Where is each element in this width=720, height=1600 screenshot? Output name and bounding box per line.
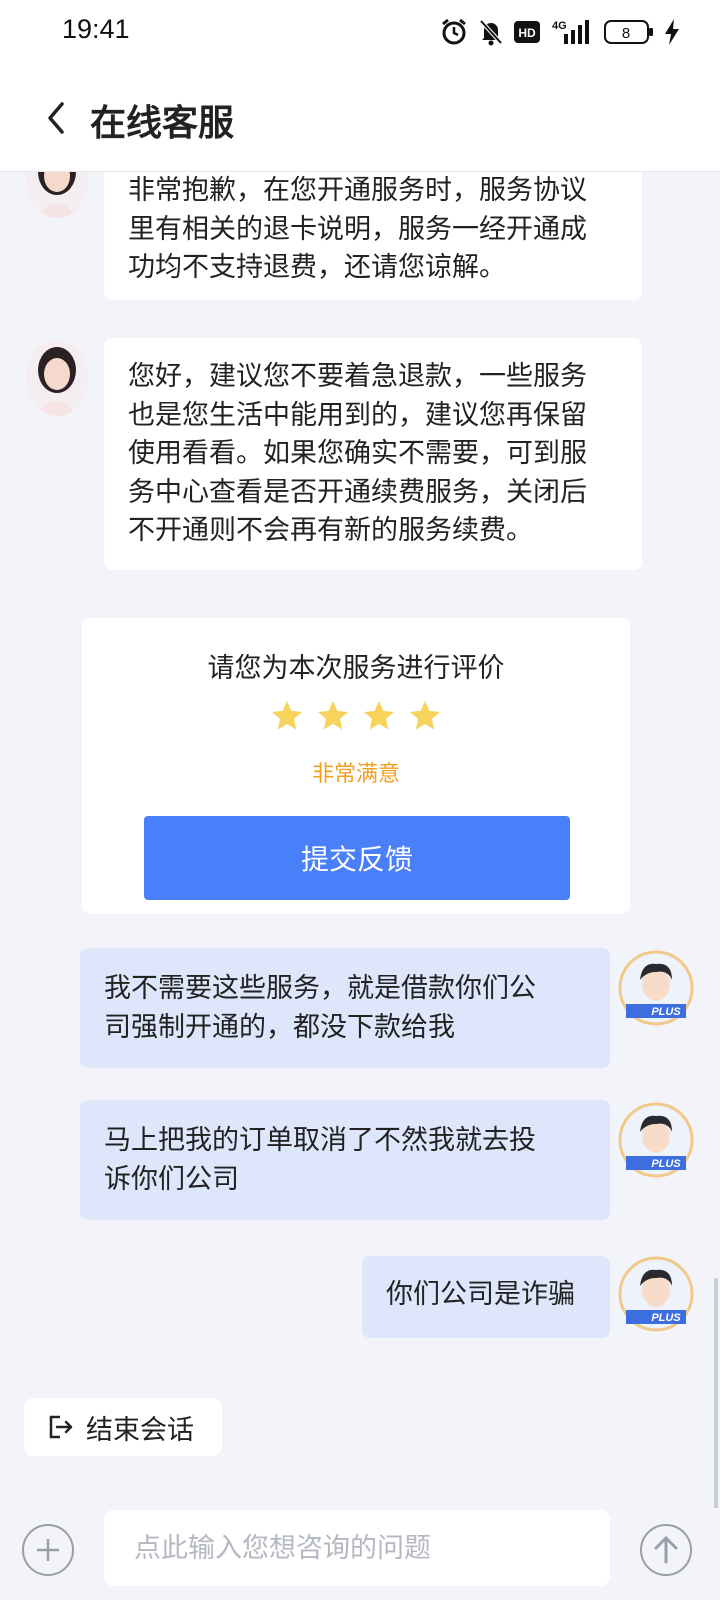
agent-message: 您好，建议您不要着急退款，一些服务 也是您生活中能用到的，建议您再保留 使用看看… [104,338,642,570]
message-line: 你们公司是诈骗 [386,1279,575,1310]
user-avatar: PLUS [618,1256,694,1332]
star-icon[interactable] [407,698,443,734]
exit-icon [49,1415,73,1439]
svg-text:PLUS: PLUS [651,1158,681,1170]
plus-icon [37,1539,59,1561]
message-line: 使用看看。如果您确实不需要，可到服 [128,438,587,469]
input-bar [0,1508,720,1600]
charging-icon [664,18,680,46]
rating-card: 请您为本次服务进行评价 非常满意 提交反馈 [82,618,630,914]
message-line: 司强制开通的，都没下款给我 [104,1011,455,1043]
signal-icon: 4G [550,18,594,46]
rating-label: 非常满意 [311,762,400,787]
status-time: 19:41 [62,14,130,44]
star-rating[interactable] [82,698,630,734]
svg-text:PLUS: PLUS [651,1312,681,1324]
message-line: 马上把我的订单取消了不然我就去投 [104,1125,536,1156]
svg-text:8: 8 [622,25,630,42]
battery-icon: 8 [604,19,654,45]
message-line: 诉你们公司 [104,1163,239,1195]
star-icon[interactable] [361,698,397,734]
user-message: 我不需要这些服务，就是借款你们公 司强制开通的，都没下款给我 [80,948,610,1068]
message-line: 务中心查看是否开通续费服务，关闭后 [128,476,587,508]
star-icon[interactable] [269,698,305,734]
page-title: 在线客服 [90,103,235,144]
message-line: 功均不支持退费，还请您谅解。 [128,252,506,283]
chevron-left-icon [48,102,64,134]
message-line: 您好，建议您不要着急退款，一些服务 [128,361,587,392]
alarm-icon [440,18,468,46]
status-bar: 19:41 HD 4G 8 [0,0,720,64]
send-arrow-icon [654,1536,678,1564]
agent-message: 非常抱歉，在您开通服务时，服务协议 里有相关的退卡说明，服务一经开通成 功均不支… [104,172,642,300]
user-message: 马上把我的订单取消了不然我就去投 诉你们公司 [80,1100,610,1220]
message-input[interactable] [104,1510,610,1586]
rating-title: 请您为本次服务进行评价 [207,653,505,684]
plus-button[interactable] [22,1524,74,1576]
chat-area[interactable]: 非常抱歉，在您开通服务时，服务协议 里有相关的退卡说明，服务一经开通成 功均不支… [0,172,720,1508]
message-line: 我不需要这些服务，就是借款你们公 [104,973,536,1004]
header: 在线客服 [0,64,720,172]
user-avatar: PLUS [618,1102,694,1178]
message-line: 里有相关的退卡说明，服务一经开通成 [128,213,587,245]
user-message: 你们公司是诈骗 [362,1256,610,1338]
message-line: 非常抱歉，在您开通服务时，服务协议 [128,175,587,206]
user-avatar: PLUS [618,950,694,1026]
end-session-label: 结束会话 [86,1414,194,1446]
hd-icon: HD [514,21,540,43]
mute-icon [478,18,504,46]
chat-scrollbar[interactable] [714,1278,718,1508]
star-icon[interactable] [315,698,351,734]
agent-avatar [26,172,88,218]
svg-text:PLUS: PLUS [651,1006,681,1018]
send-button[interactable] [640,1524,692,1576]
agent-avatar [26,340,88,416]
back-button[interactable] [40,98,72,138]
message-line: 不开通则不会再有新的服务续费。 [128,515,533,546]
status-icons: HD 4G 8 [440,16,680,48]
end-session-button[interactable]: 结束会话 [24,1398,222,1456]
svg-text:HD: HD [518,26,536,40]
svg-text:4G: 4G [552,20,567,32]
submit-feedback-button[interactable]: 提交反馈 [144,816,570,900]
message-line: 也是您生活中能用到的，建议您再保留 [128,399,587,431]
